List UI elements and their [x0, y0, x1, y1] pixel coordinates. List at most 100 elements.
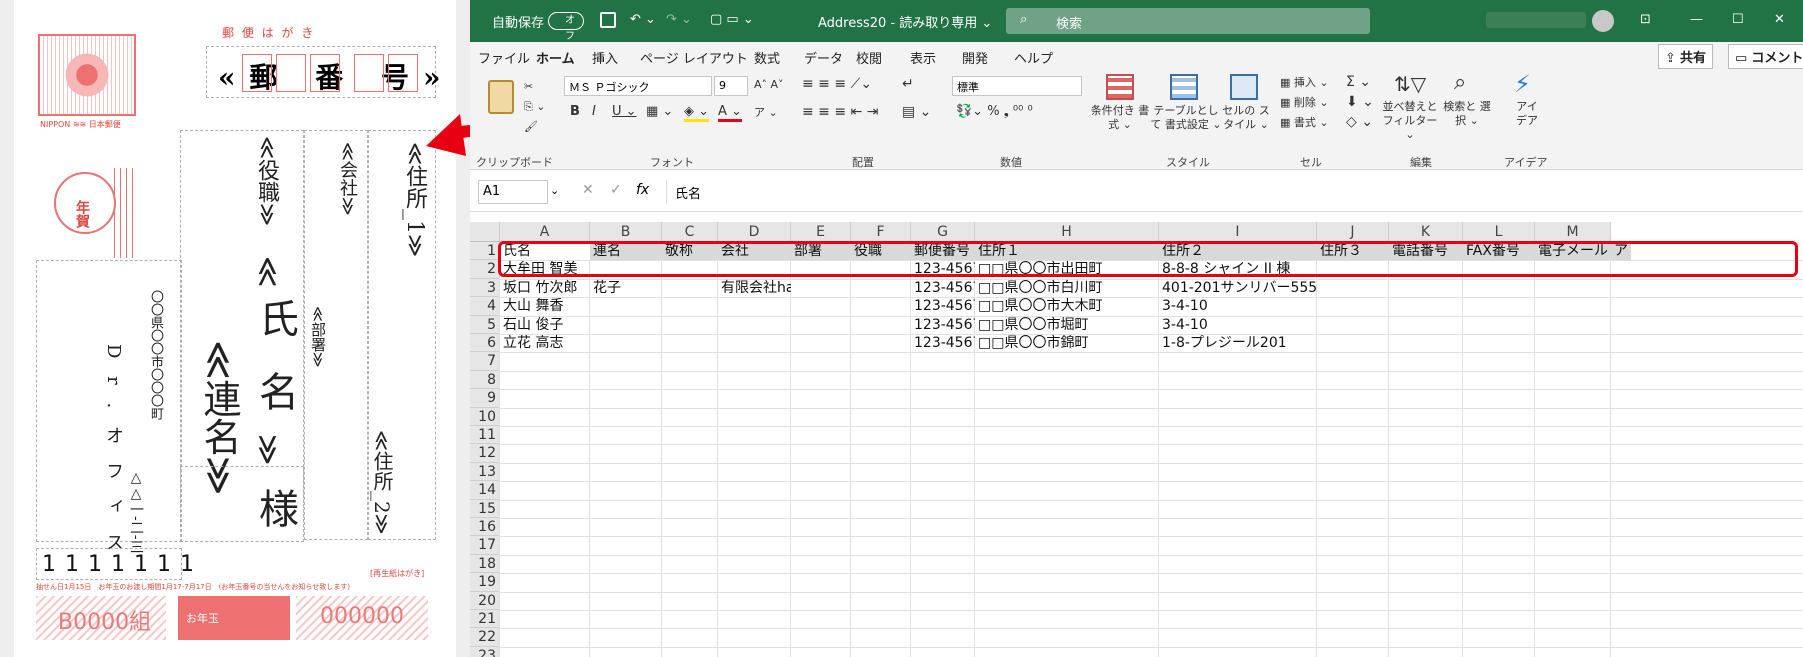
document-title[interactable]: Address20 - 読み取り専用 ⌄	[818, 12, 992, 31]
number-format-select[interactable]: 標準	[952, 76, 1082, 96]
row-header-10[interactable]: 10	[470, 407, 500, 426]
tab-data[interactable]: データ	[804, 48, 843, 67]
bold-icon[interactable]: B	[570, 104, 580, 119]
cell[interactable]: 立花 高志	[500, 334, 590, 352]
cell[interactable]: 123-4567	[911, 279, 975, 297]
cell[interactable]: 123-4567	[911, 297, 975, 315]
cell[interactable]: 花子	[590, 279, 662, 297]
autosave-toggle[interactable]: オフ	[548, 12, 584, 42]
row-header-14[interactable]: 14	[470, 481, 500, 500]
cell[interactable]: 1-8-プレジール201	[1159, 334, 1317, 352]
row-header-15[interactable]: 15	[470, 499, 500, 518]
font-name-select[interactable]: ＭＳ Ｐゴシック	[564, 76, 712, 96]
row-header-21[interactable]: 21	[470, 610, 500, 629]
tab-developer[interactable]: 開発	[962, 48, 988, 67]
fill-color-icon[interactable]: ◈ ⌄	[684, 104, 710, 122]
format-painter-icon[interactable]: 🖌	[524, 120, 538, 133]
insert-function-icon[interactable]: fx	[636, 182, 649, 198]
row-header-16[interactable]: 16	[470, 518, 500, 537]
delete-cells-button[interactable]: ▦ 削除 ⌄	[1280, 94, 1329, 110]
cell-style-icon[interactable]	[1230, 74, 1258, 100]
ideas-icon[interactable]: ⚡	[1514, 70, 1531, 98]
cancel-entry-icon[interactable]: ✕	[582, 182, 594, 198]
column-header-J[interactable]: J	[1317, 222, 1389, 242]
ribbon-display-icon[interactable]: ⊡	[1640, 12, 1651, 27]
column-header-F[interactable]: F	[851, 222, 911, 242]
find-select-button[interactable]: 検索と 選択 ⌄	[1442, 100, 1492, 128]
row-header-20[interactable]: 20	[470, 591, 500, 610]
row-header-23[interactable]: 23	[470, 646, 500, 657]
cell[interactable]: 石山 俊子	[500, 316, 590, 334]
tab-view[interactable]: 表示	[910, 48, 936, 67]
share-button[interactable]: ⇪ 共有	[1658, 44, 1714, 69]
cell[interactable]: □□県〇〇市大木町	[975, 297, 1159, 315]
row-header-19[interactable]: 19	[470, 573, 500, 592]
column-header-I[interactable]: I	[1159, 222, 1317, 242]
column-header-H[interactable]: H	[975, 222, 1159, 242]
row-header-22[interactable]: 22	[470, 628, 500, 647]
cell[interactable]: □□県〇〇市堀町	[975, 316, 1159, 334]
column-header-D[interactable]: D	[718, 222, 791, 242]
tab-page-layout[interactable]: ページ レイアウト	[640, 48, 748, 67]
row-header-4[interactable]: 4	[470, 297, 500, 316]
table-format-icon[interactable]	[1170, 74, 1198, 100]
cell[interactable]: 401-201サンリバー555	[1159, 279, 1317, 297]
cell[interactable]: 123-4567	[911, 334, 975, 352]
font-grow-shrink-icons[interactable]: A˄ A˅	[754, 78, 784, 91]
column-header-M[interactable]: M	[1535, 222, 1611, 242]
font-size-select[interactable]: 9	[714, 76, 748, 96]
table-format-button[interactable]: テーブルとして 書式設定 ⌄	[1150, 104, 1222, 132]
cell[interactable]: 3-4-10	[1159, 316, 1317, 334]
sort-filter-button[interactable]: 並べ替えと フィルター ⌄	[1380, 100, 1440, 142]
row-header-3[interactable]: 3	[470, 278, 500, 298]
row-header-11[interactable]: 11	[470, 426, 500, 445]
tab-insert[interactable]: 挿入	[592, 48, 618, 67]
underline-icon[interactable]: U ⌄	[612, 104, 637, 119]
formula-input[interactable]: 氏名	[666, 180, 1796, 204]
cell[interactable]: 123-4567	[911, 316, 975, 334]
paste-icon[interactable]	[488, 80, 514, 114]
column-header-K[interactable]: K	[1389, 222, 1463, 242]
cell[interactable]: □□県〇〇市白川町	[975, 279, 1159, 297]
clear-icon[interactable]: ◇ ⌄	[1346, 114, 1373, 130]
cut-icon[interactable]: ✂	[524, 80, 533, 93]
row-header-5[interactable]: 5	[470, 315, 500, 334]
ideas-button[interactable]: アイ デア	[1510, 100, 1544, 128]
row-header-9[interactable]: 9	[470, 389, 500, 408]
wrap-text-icon[interactable]: ↵	[902, 76, 914, 92]
avatar[interactable]	[1592, 10, 1614, 32]
format-cells-button[interactable]: ▦ 書式 ⌄	[1280, 114, 1329, 130]
italic-icon[interactable]: I	[592, 104, 596, 119]
column-header-C[interactable]: C	[662, 222, 718, 242]
sort-filter-icon[interactable]: ⇅▽	[1394, 72, 1426, 96]
conditional-format-button[interactable]: 条件付き 書式 ⌄	[1090, 104, 1150, 132]
tab-review[interactable]: 校閲	[856, 48, 882, 67]
tab-help[interactable]: ヘルプ	[1014, 48, 1053, 67]
row-header-17[interactable]: 17	[470, 536, 500, 555]
comment-button[interactable]: ▭ コメント	[1728, 44, 1803, 69]
align-middle-icons[interactable]: ≡ ≡ ≡ ⇤ ⇥	[802, 104, 878, 120]
font-color-icon[interactable]: A ⌄	[718, 104, 742, 122]
cell[interactable]: 坂口 竹次郎	[500, 279, 590, 297]
fill-icon[interactable]: ⬇ ⌄	[1346, 94, 1374, 110]
cell[interactable]: 3-4-10	[1159, 297, 1317, 315]
row-header-12[interactable]: 12	[470, 444, 500, 463]
row-header-1[interactable]: 1	[470, 242, 500, 261]
name-box-dropdown-icon[interactable]: ⌄	[550, 184, 559, 197]
cell-style-button[interactable]: セルの スタイル ⌄	[1220, 104, 1272, 132]
quick-access-icons[interactable]: ▢ ▭ ⌄	[710, 12, 754, 27]
autosum-icon[interactable]: Σ ⌄	[1346, 74, 1371, 90]
name-box[interactable]: A1	[478, 180, 548, 204]
close-icon[interactable]: ✕	[1774, 12, 1785, 27]
save-icon[interactable]	[600, 12, 616, 28]
conditional-format-icon[interactable]	[1106, 74, 1134, 100]
row-header-7[interactable]: 7	[470, 352, 500, 371]
row-header-13[interactable]: 13	[470, 462, 500, 482]
tab-formulas[interactable]: 数式	[754, 48, 780, 67]
undo-icon[interactable]: ↶ ⌄	[630, 12, 656, 27]
column-header-G[interactable]: G	[911, 222, 975, 242]
row-header-2[interactable]: 2	[470, 260, 500, 279]
select-all-corner[interactable]	[470, 222, 500, 242]
confirm-entry-icon[interactable]: ✓	[610, 182, 622, 198]
row-header-8[interactable]: 8	[470, 370, 500, 390]
